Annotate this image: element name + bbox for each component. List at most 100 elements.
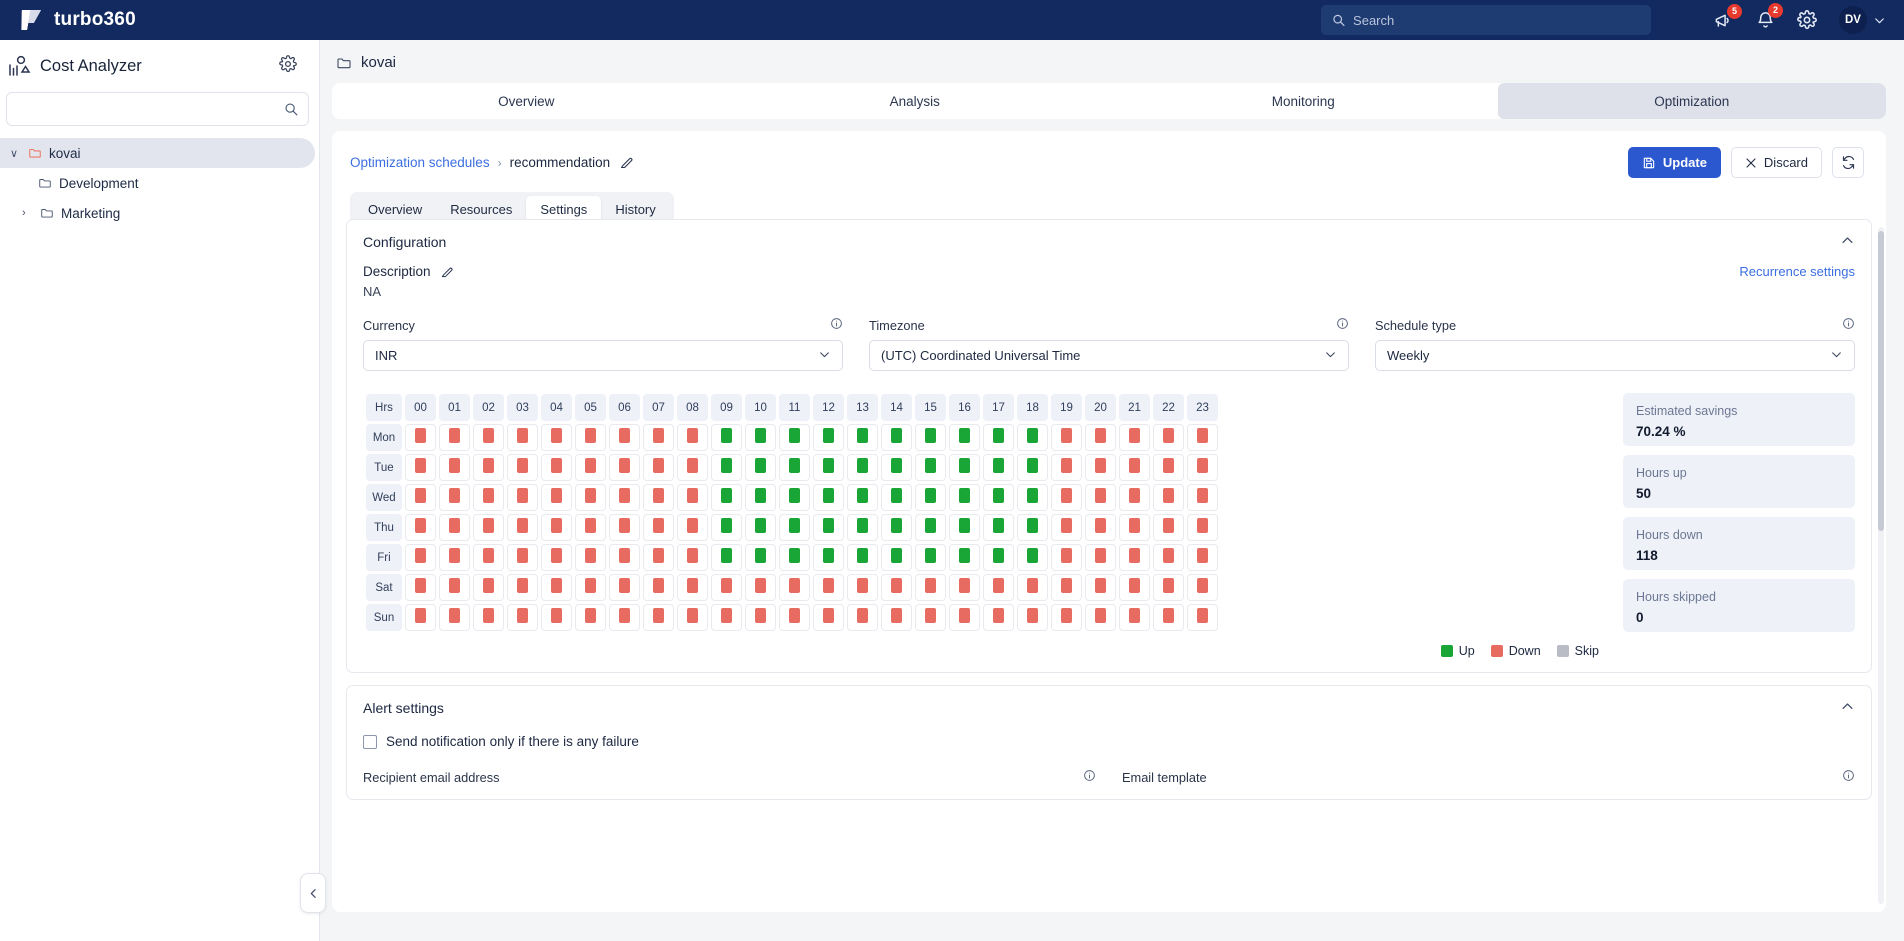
schedule-cell-fri-08[interactable] [677,544,708,571]
schedule-cell-tue-13[interactable] [847,454,878,481]
schedule-cell-mon-05[interactable] [575,424,606,451]
schedule-cell-sat-14[interactable] [881,574,912,601]
tab-monitoring[interactable]: Monitoring [1109,83,1498,119]
schedule-cell-mon-13[interactable] [847,424,878,451]
schedule-cell-tue-16[interactable] [949,454,980,481]
schedule-cell-tue-07[interactable] [643,454,674,481]
schedule-cell-sat-20[interactable] [1085,574,1116,601]
schedule-cell-thu-20[interactable] [1085,514,1116,541]
schedule-cell-wed-22[interactable] [1153,484,1184,511]
schedule-cell-mon-01[interactable] [439,424,470,451]
schedule-cell-mon-02[interactable] [473,424,504,451]
schedule-cell-mon-18[interactable] [1017,424,1048,451]
email-template-info-icon[interactable] [1842,769,1855,785]
schedule-cell-sun-14[interactable] [881,604,912,631]
schedule-cell-sun-19[interactable] [1051,604,1082,631]
schedule-cell-fri-23[interactable] [1187,544,1218,571]
schedule-cell-sat-04[interactable] [541,574,572,601]
schedule-type-info-icon[interactable] [1842,317,1855,333]
schedule-cell-mon-16[interactable] [949,424,980,451]
schedule-cell-wed-15[interactable] [915,484,946,511]
sidebar-search-input[interactable] [17,101,284,117]
schedule-cell-sun-15[interactable] [915,604,946,631]
schedule-cell-wed-17[interactable] [983,484,1014,511]
schedule-cell-mon-23[interactable] [1187,424,1218,451]
schedule-cell-sun-22[interactable] [1153,604,1184,631]
schedule-cell-sun-13[interactable] [847,604,878,631]
schedule-cell-sun-21[interactable] [1119,604,1150,631]
schedule-cell-thu-01[interactable] [439,514,470,541]
user-menu[interactable]: DV [1839,6,1886,34]
schedule-cell-tue-19[interactable] [1051,454,1082,481]
schedule-cell-thu-00[interactable] [405,514,436,541]
schedule-cell-fri-22[interactable] [1153,544,1184,571]
schedule-cell-sat-03[interactable] [507,574,538,601]
schedule-cell-fri-09[interactable] [711,544,742,571]
schedule-cell-thu-22[interactable] [1153,514,1184,541]
schedule-cell-tue-05[interactable] [575,454,606,481]
refresh-button[interactable] [1832,147,1864,178]
schedule-cell-sun-17[interactable] [983,604,1014,631]
schedule-cell-fri-07[interactable] [643,544,674,571]
schedule-type-select[interactable]: Weekly [1375,340,1855,371]
schedule-cell-tue-08[interactable] [677,454,708,481]
scrollbar-thumb[interactable] [1878,231,1884,531]
schedule-cell-tue-15[interactable] [915,454,946,481]
schedule-cell-sat-18[interactable] [1017,574,1048,601]
schedule-cell-wed-02[interactable] [473,484,504,511]
update-button[interactable]: Update [1627,147,1721,178]
schedule-cell-tue-18[interactable] [1017,454,1048,481]
schedule-cell-tue-06[interactable] [609,454,640,481]
schedule-cell-mon-19[interactable] [1051,424,1082,451]
schedule-cell-sun-12[interactable] [813,604,844,631]
currency-select[interactable]: INR [363,340,843,371]
schedule-cell-sat-08[interactable] [677,574,708,601]
schedule-cell-sat-10[interactable] [745,574,776,601]
schedule-cell-thu-09[interactable] [711,514,742,541]
schedule-cell-thu-18[interactable] [1017,514,1048,541]
schedule-cell-sat-11[interactable] [779,574,810,601]
schedule-cell-sat-21[interactable] [1119,574,1150,601]
edit-name-button[interactable] [619,155,634,170]
schedule-cell-sat-22[interactable] [1153,574,1184,601]
schedule-cell-sun-09[interactable] [711,604,742,631]
recurrence-settings-link[interactable]: Recurrence settings [1739,264,1855,279]
schedule-cell-sat-15[interactable] [915,574,946,601]
schedule-cell-sun-16[interactable] [949,604,980,631]
schedule-cell-thu-11[interactable] [779,514,810,541]
schedule-cell-sat-16[interactable] [949,574,980,601]
edit-description-button[interactable] [440,265,454,279]
settings-scroll-area[interactable]: Configuration Description Recurrence set… [332,219,1886,912]
global-search[interactable] [1321,5,1651,35]
schedule-cell-mon-21[interactable] [1119,424,1150,451]
schedule-cell-thu-16[interactable] [949,514,980,541]
schedule-cell-wed-05[interactable] [575,484,606,511]
schedule-cell-sat-09[interactable] [711,574,742,601]
schedule-cell-sun-11[interactable] [779,604,810,631]
timezone-info-icon[interactable] [1336,317,1349,333]
collapse-alert-settings-button[interactable] [1840,699,1855,717]
schedule-cell-sun-18[interactable] [1017,604,1048,631]
schedule-cell-wed-06[interactable] [609,484,640,511]
schedule-cell-fri-16[interactable] [949,544,980,571]
schedule-cell-wed-08[interactable] [677,484,708,511]
schedule-cell-sat-19[interactable] [1051,574,1082,601]
schedule-cell-tue-03[interactable] [507,454,538,481]
schedule-cell-fri-19[interactable] [1051,544,1082,571]
schedule-cell-wed-11[interactable] [779,484,810,511]
schedule-cell-thu-14[interactable] [881,514,912,541]
schedule-cell-wed-23[interactable] [1187,484,1218,511]
announcements-button[interactable]: 5 [1713,3,1742,30]
schedule-cell-thu-15[interactable] [915,514,946,541]
chevron-down-icon[interactable]: ∨ [10,147,21,160]
schedule-cell-sat-00[interactable] [405,574,436,601]
schedule-cell-fri-00[interactable] [405,544,436,571]
schedule-cell-wed-12[interactable] [813,484,844,511]
tab-overview[interactable]: Overview [332,83,721,119]
schedule-cell-sun-03[interactable] [507,604,538,631]
schedule-cell-fri-13[interactable] [847,544,878,571]
schedule-cell-thu-04[interactable] [541,514,572,541]
schedule-cell-fri-04[interactable] [541,544,572,571]
schedule-cell-sun-05[interactable] [575,604,606,631]
schedule-cell-mon-15[interactable] [915,424,946,451]
